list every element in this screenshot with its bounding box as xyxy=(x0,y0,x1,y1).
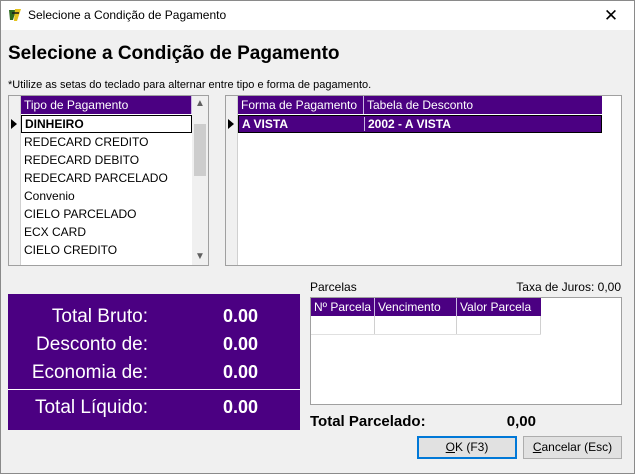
cell-divider xyxy=(374,316,375,334)
cell-divider xyxy=(456,316,457,334)
economia-label: Economia de: xyxy=(31,362,148,383)
payment-type-column-header[interactable]: Tipo de Pagamento xyxy=(21,96,192,114)
list-item[interactable]: CIELO CREDITO xyxy=(21,241,192,259)
desconto-label: Desconto de: xyxy=(36,334,148,355)
list-item[interactable]: Convenio xyxy=(21,187,192,205)
interest-rate-label: Taxa de Juros: 0,00 xyxy=(516,280,621,294)
cancel-label: ancelar (Esc) xyxy=(541,440,613,454)
payment-form-cell: A VISTA xyxy=(242,117,289,131)
app-logo-icon xyxy=(7,7,23,23)
window-title: Selecione a Condição de Pagamento xyxy=(28,8,227,22)
ok-label: K (F3) xyxy=(455,440,489,454)
ok-hotkey: O xyxy=(445,440,455,454)
close-icon: ✕ xyxy=(603,6,619,25)
cell-divider xyxy=(540,316,541,334)
list-item[interactable]: REDECARD DEBITO xyxy=(21,151,192,169)
page-title: Selecione a Condição de Pagamento xyxy=(8,43,340,64)
payment-type-scrollbar[interactable]: ▲ ▼ xyxy=(192,96,208,265)
list-item[interactable]: REDECARD CREDITO xyxy=(21,133,192,151)
current-row-arrow-icon xyxy=(228,119,234,129)
total-bruto-label: Total Bruto: xyxy=(51,306,148,327)
list-item[interactable]: CIELO PARCELADO xyxy=(21,205,192,223)
discount-table-cell: 2002 - A VISTA xyxy=(368,117,451,131)
total-parcelado-value: 0,00 xyxy=(506,413,536,430)
scroll-down-icon[interactable]: ▼ xyxy=(192,249,208,265)
payment-form-grid[interactable]: Forma de Pagamento Tabela de Desconto A … xyxy=(225,95,622,266)
payment-form-column-header[interactable]: Forma de Pagamento xyxy=(238,96,364,114)
installment-number-column-header[interactable]: Nº Parcela xyxy=(311,298,375,316)
total-parcelado-label: Total Parcelado: xyxy=(310,413,426,430)
discount-table-column-header[interactable]: Tabela de Desconto xyxy=(364,96,602,114)
desconto-value: 0.00 xyxy=(222,334,258,354)
economia-value: 0.00 xyxy=(222,362,258,382)
totals-divider xyxy=(8,389,300,390)
close-button[interactable]: ✕ xyxy=(598,5,624,26)
cell-divider xyxy=(364,117,365,131)
current-row-arrow-icon xyxy=(11,119,17,129)
total-liquido-label: Total Líquido: xyxy=(34,397,148,418)
cancel-button[interactable]: Cancelar (Esc) xyxy=(523,436,622,459)
empty-row xyxy=(311,316,541,335)
payment-type-grid[interactable]: Tipo de Pagamento DINHEIRO REDECARD CRED… xyxy=(8,95,209,266)
installments-header: Nº Parcela Vencimento Valor Parcela xyxy=(311,298,541,316)
table-row[interactable]: A VISTA 2002 - A VISTA xyxy=(238,115,602,133)
total-bruto-value: 0.00 xyxy=(222,306,258,326)
installment-value-column-header[interactable]: Valor Parcela xyxy=(457,298,541,316)
due-date-column-header[interactable]: Vencimento xyxy=(375,298,457,316)
dialog-window: Selecione a Condição de Pagamento ✕ Sele… xyxy=(0,0,635,474)
title-bar: Selecione a Condição de Pagamento ✕ xyxy=(1,1,634,30)
payment-form-header: Forma de Pagamento Tabela de Desconto xyxy=(238,96,602,114)
payment-type-header: Tipo de Pagamento xyxy=(21,96,192,114)
scroll-up-icon[interactable]: ▲ xyxy=(192,96,208,112)
parcelas-label: Parcelas xyxy=(310,280,357,294)
list-item[interactable]: REDECARD PARCELADO xyxy=(21,169,192,187)
list-item[interactable]: ECX CARD xyxy=(21,223,192,241)
list-item[interactable]: DINHEIRO xyxy=(21,115,192,133)
totals-panel: Total Bruto: 0.00 Desconto de: 0.00 Econ… xyxy=(8,294,300,430)
scroll-thumb[interactable] xyxy=(194,124,206,176)
installments-grid[interactable]: Nº Parcela Vencimento Valor Parcela xyxy=(310,297,622,405)
keyboard-hint: *Utilize as setas do teclado para altern… xyxy=(8,79,372,91)
ok-button[interactable]: OK (F3) xyxy=(417,436,517,459)
total-liquido-value: 0.00 xyxy=(222,397,258,417)
